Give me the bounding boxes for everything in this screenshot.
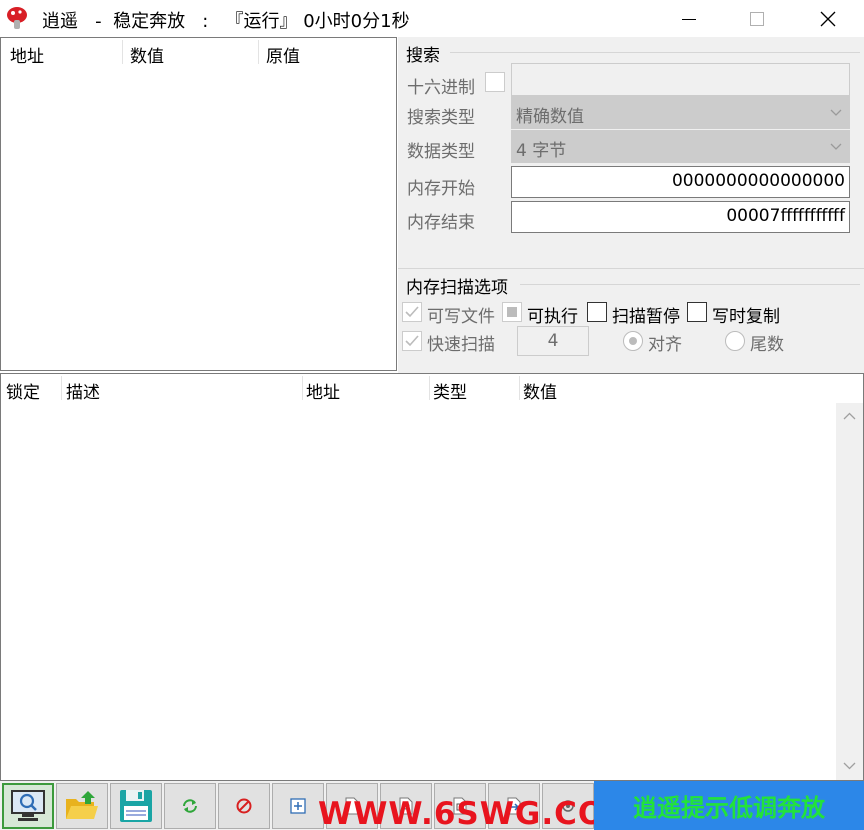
address-list[interactable]: 锁定 描述 地址 类型 数值 — [0, 373, 864, 781]
column-value[interactable]: 数值 — [130, 42, 164, 67]
fast-scan-checkbox[interactable] — [402, 331, 422, 351]
save-file-button[interactable] — [110, 783, 162, 829]
column-divider[interactable] — [429, 376, 430, 400]
title-bar: 逍遥 - 稳定奔放 : 『运行』 0小时0分1秒 — [0, 0, 864, 37]
search-group-title: 搜索 — [406, 46, 440, 66]
align-radio[interactable] — [623, 331, 643, 351]
column-description[interactable]: 描述 — [66, 378, 100, 403]
red-mushroom-icon[interactable] — [4, 5, 30, 31]
memory-end-input[interactable]: 00007fffffffffff — [511, 201, 850, 233]
vertical-scrollbar[interactable] — [836, 403, 863, 780]
group-divider — [520, 284, 860, 285]
column-value[interactable]: 数值 — [523, 378, 557, 403]
fast-scan-value-input[interactable]: 4 — [517, 326, 589, 356]
executable-checkbox[interactable] — [502, 302, 522, 322]
check-icon — [405, 335, 419, 347]
radio-selected-dot — [629, 337, 637, 345]
copy-on-write-label: 写时复制 — [712, 307, 780, 327]
group-divider — [450, 52, 860, 53]
scroll-down-icon[interactable] — [842, 758, 857, 773]
column-divider[interactable] — [519, 376, 520, 400]
save-disk-icon — [120, 790, 152, 822]
search-type-select[interactable]: 精确数值 — [511, 96, 850, 129]
memory-end-label: 内存结束 — [407, 213, 475, 233]
hex-label: 十六进制 — [407, 78, 475, 98]
add-address-button[interactable] — [272, 783, 324, 829]
window-title: 逍遥 - 稳定奔放 : 『运行』 0小时0分1秒 — [42, 11, 410, 32]
column-previous[interactable]: 原值 — [266, 42, 300, 67]
hex-checkbox[interactable] — [485, 72, 505, 92]
last-digits-radio[interactable] — [725, 331, 745, 351]
data-type-label: 数据类型 — [407, 142, 475, 162]
column-address[interactable]: 地址 — [306, 378, 340, 403]
column-divider[interactable] — [302, 376, 303, 400]
search-value-input[interactable] — [511, 63, 850, 96]
column-divider[interactable] — [122, 40, 123, 64]
minimize-icon — [682, 18, 696, 20]
data-type-value: 4 字节 — [516, 141, 567, 161]
process-select-button[interactable] — [2, 783, 54, 829]
check-icon — [405, 306, 419, 318]
indeterminate-mark — [507, 307, 517, 317]
copy-on-write-checkbox[interactable] — [687, 302, 707, 322]
executable-label: 可执行 — [527, 307, 578, 327]
writable-label: 可写文件 — [427, 307, 495, 327]
pause-scan-label: 扫描暂停 — [612, 307, 680, 327]
memory-start-label: 内存开始 — [407, 179, 475, 199]
results-header: 地址 数值 原值 — [1, 38, 396, 67]
scan-options-title: 内存扫描选项 — [406, 278, 508, 298]
pause-scan-checkbox[interactable] — [587, 302, 607, 322]
refresh-button[interactable] — [164, 783, 216, 829]
search-panel: 搜索 十六进制 搜索类型 精确数值 数据类型 4 字节 内存开始 0000000… — [398, 37, 864, 373]
memory-start-input[interactable]: 0000000000000000 — [511, 166, 850, 198]
minimize-button[interactable] — [658, 0, 720, 37]
writable-checkbox[interactable] — [402, 302, 422, 322]
address-list-header: 锁定 描述 地址 类型 数值 — [1, 374, 863, 403]
last-digits-label: 尾数 — [750, 335, 784, 355]
chevron-down-icon — [830, 143, 842, 150]
group-divider — [398, 268, 864, 269]
stop-icon — [236, 798, 252, 814]
column-lock[interactable]: 锁定 — [6, 378, 40, 403]
close-button[interactable] — [797, 0, 859, 37]
search-type-value: 精确数值 — [516, 107, 584, 127]
open-file-button[interactable] — [56, 783, 108, 829]
align-label: 对齐 — [648, 335, 682, 355]
monitor-icon — [11, 790, 45, 821]
search-type-label: 搜索类型 — [407, 108, 475, 128]
found-results-list[interactable]: 地址 数值 原值 — [0, 37, 397, 371]
maximize-button[interactable] — [726, 0, 788, 37]
scroll-up-icon[interactable] — [842, 409, 857, 424]
stop-button[interactable] — [218, 783, 270, 829]
refresh-icon — [183, 799, 197, 813]
fast-scan-label: 快速扫描 — [427, 335, 495, 355]
column-type[interactable]: 类型 — [433, 378, 467, 403]
add-address-icon — [290, 798, 306, 814]
column-address[interactable]: 地址 — [10, 42, 44, 67]
chevron-down-icon — [830, 109, 842, 116]
data-type-select[interactable]: 4 字节 — [511, 130, 850, 163]
hint-button[interactable]: 逍遥提示低调奔放 — [594, 781, 864, 830]
column-divider[interactable] — [258, 40, 259, 64]
open-folder-icon — [66, 791, 98, 819]
close-icon — [820, 11, 836, 26]
maximize-icon — [750, 11, 764, 26]
watermark-text: WWW.6SWG.COM — [318, 796, 638, 830]
column-divider[interactable] — [61, 376, 62, 400]
